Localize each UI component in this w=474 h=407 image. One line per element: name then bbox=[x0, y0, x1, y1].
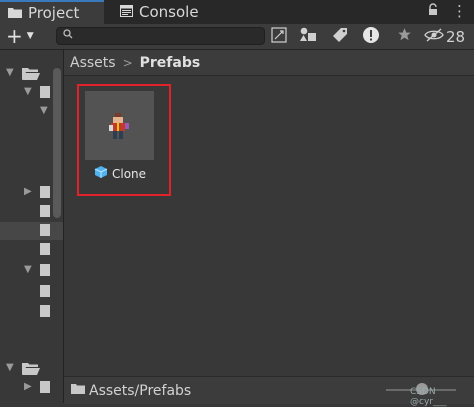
asset-item-clone[interactable]: Clone bbox=[94, 165, 146, 182]
collapse-arrow-icon[interactable]: ▶ bbox=[24, 381, 32, 392]
tag-icon bbox=[332, 27, 348, 47]
chevron-down-icon: ▼ bbox=[26, 31, 34, 41]
hidden-count-label: 28 bbox=[446, 27, 466, 46]
search-input[interactable] bbox=[77, 28, 257, 44]
collapse-arrow-icon[interactable]: ▶ bbox=[24, 186, 32, 197]
tab-console[interactable]: Console bbox=[112, 0, 212, 24]
asset-thumbnail[interactable] bbox=[85, 91, 154, 160]
folder-icon bbox=[40, 284, 50, 301]
star-icon bbox=[397, 27, 412, 46]
tree-row[interactable]: ▼ bbox=[0, 262, 63, 280]
expand-arrow-icon[interactable]: ▼ bbox=[6, 362, 14, 373]
expand-arrow-icon[interactable]: ▼ bbox=[24, 86, 32, 97]
search-by-type-icon bbox=[271, 26, 287, 47]
search-icon bbox=[63, 29, 73, 42]
chevron-right-icon: > bbox=[122, 55, 133, 70]
folder-icon bbox=[40, 223, 50, 240]
console-icon bbox=[120, 3, 133, 21]
breadcrumb-assets[interactable]: Assets bbox=[70, 55, 116, 71]
folder-icon bbox=[40, 304, 50, 321]
tab-console-label: Console bbox=[139, 3, 199, 21]
plus-icon: + bbox=[6, 24, 23, 48]
filter-by-type-button[interactable] bbox=[297, 27, 319, 46]
folder-open-icon bbox=[22, 361, 40, 378]
breadcrumb: Assets > Prefabs bbox=[64, 50, 474, 76]
folder-icon bbox=[40, 204, 50, 221]
folder-icon bbox=[40, 185, 50, 202]
alert-circle-icon bbox=[362, 26, 380, 48]
expand-arrow-icon[interactable]: ▼ bbox=[24, 264, 32, 275]
asset-grid: Clone bbox=[64, 76, 474, 376]
filter-by-label-button[interactable] bbox=[329, 27, 351, 46]
console-errors-button[interactable] bbox=[360, 26, 382, 48]
folder-tree: ▼ ▼ ▼ ▶ ▼ ▼ ▶ bbox=[0, 50, 64, 403]
expand-arrow-icon[interactable]: ▼ bbox=[40, 105, 48, 116]
tab-bar: Project Console ⋮ bbox=[0, 0, 474, 24]
toolbar: + ▼ 28 bbox=[0, 24, 474, 50]
tree-row[interactable] bbox=[0, 283, 63, 301]
shapes-icon bbox=[299, 27, 317, 47]
folder-open-icon bbox=[22, 66, 40, 83]
create-dropdown-button[interactable]: + ▼ bbox=[6, 24, 44, 48]
watermark: CSDN @cyr___ bbox=[410, 387, 447, 407]
tab-project-label: Project bbox=[28, 4, 80, 22]
tree-scrollbar[interactable] bbox=[53, 68, 61, 218]
hidden-packages-toggle[interactable]: 28 bbox=[424, 27, 465, 46]
tab-project[interactable]: Project bbox=[0, 0, 104, 24]
folder-icon bbox=[40, 263, 50, 280]
tree-row[interactable] bbox=[0, 303, 63, 321]
current-path: Assets/Prefabs bbox=[89, 382, 192, 399]
tree-row[interactable] bbox=[0, 241, 63, 259]
search-by-type-button[interactable] bbox=[268, 26, 290, 47]
lock-icon[interactable] bbox=[428, 3, 438, 20]
more-options-icon[interactable]: ⋮ bbox=[452, 2, 467, 20]
eye-slash-icon bbox=[424, 27, 444, 46]
tree-row[interactable]: ▼ bbox=[0, 360, 63, 378]
prefab-cube-icon bbox=[94, 165, 108, 182]
folder-icon bbox=[8, 4, 22, 22]
expand-arrow-icon[interactable]: ▼ bbox=[6, 67, 14, 78]
folder-icon bbox=[40, 85, 50, 102]
character-sprite-icon bbox=[109, 113, 129, 139]
folder-icon bbox=[40, 380, 50, 397]
favorites-button[interactable] bbox=[393, 27, 415, 46]
search-field[interactable] bbox=[56, 27, 265, 45]
folder-icon bbox=[71, 383, 85, 398]
breadcrumb-prefabs[interactable]: Prefabs bbox=[140, 55, 201, 71]
asset-name: Clone bbox=[112, 166, 147, 181]
tree-row[interactable]: ▶ bbox=[0, 379, 63, 397]
tree-row-selected[interactable] bbox=[0, 222, 63, 240]
folder-icon bbox=[40, 242, 50, 259]
